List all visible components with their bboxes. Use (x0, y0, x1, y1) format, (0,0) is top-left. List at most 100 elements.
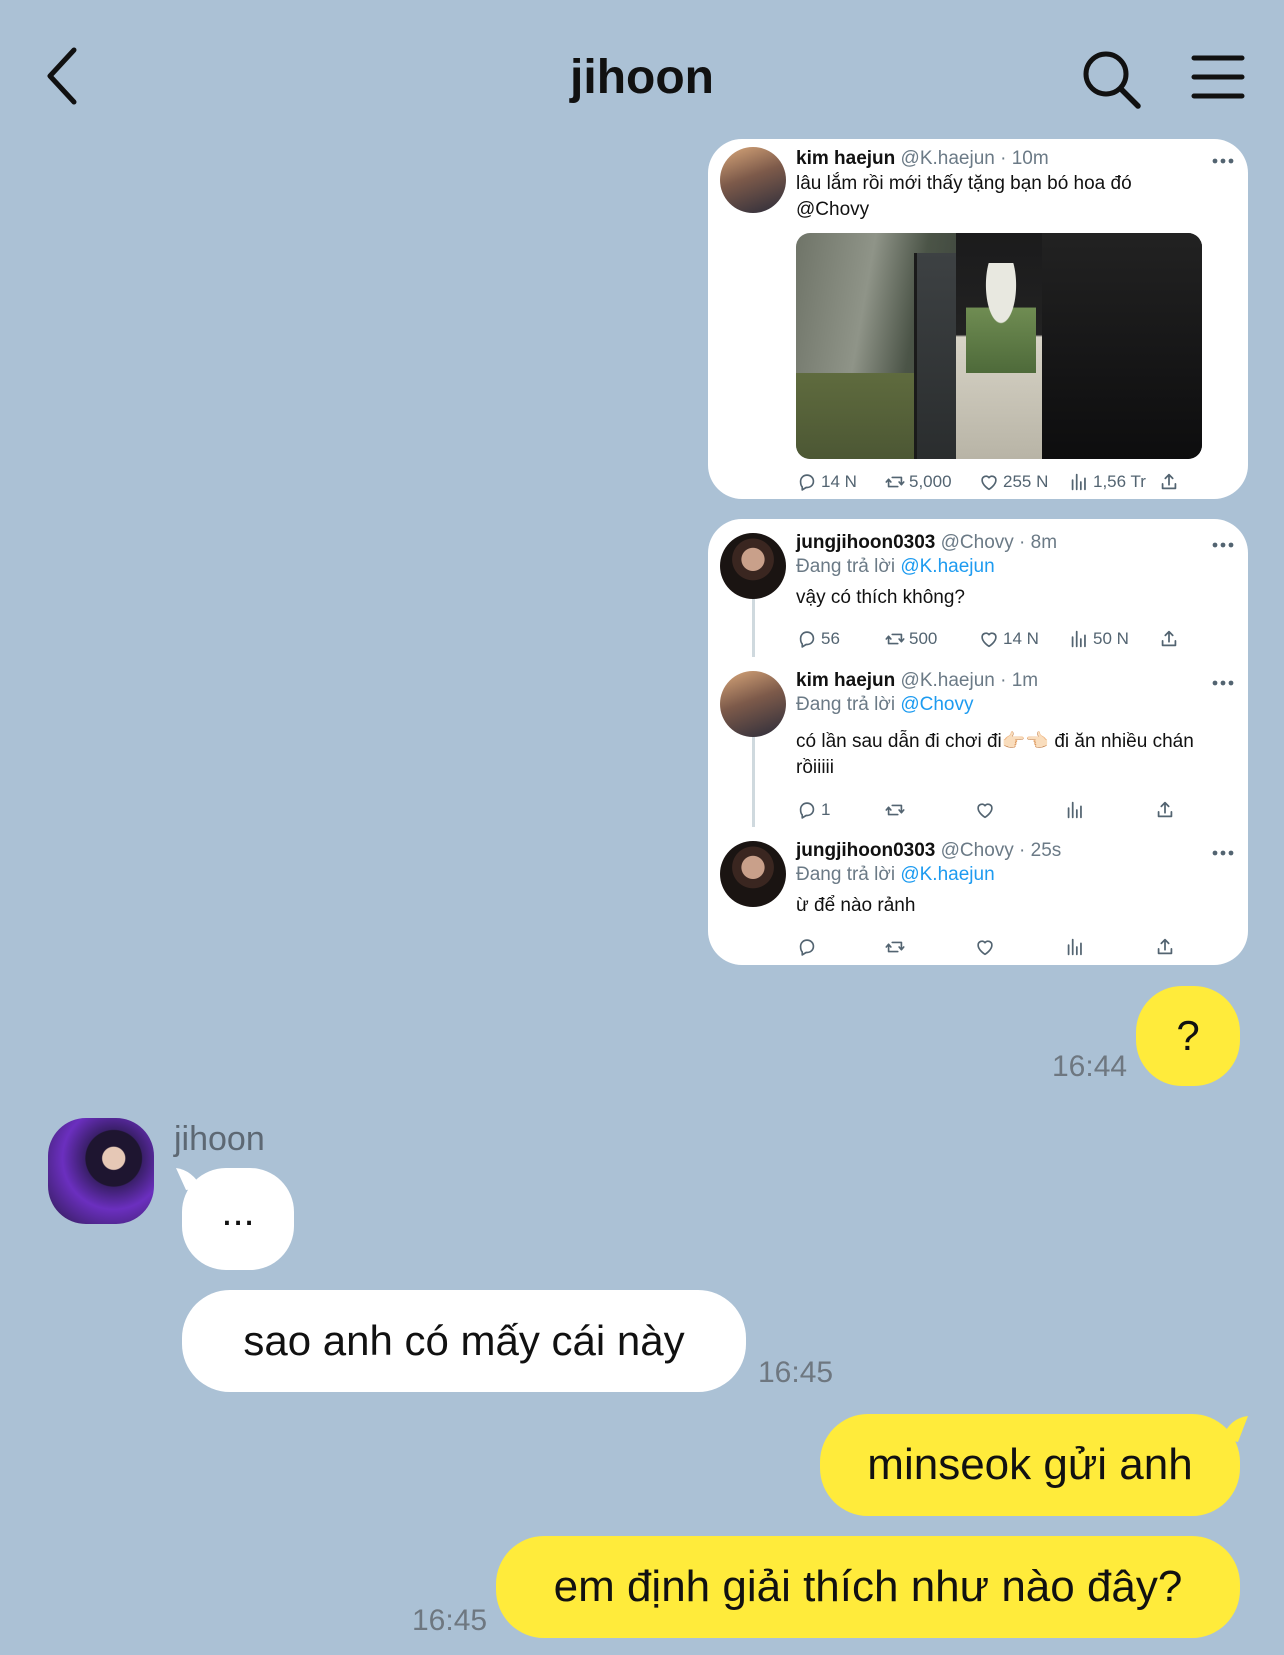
share-icon (1158, 471, 1180, 493)
reply-icon (796, 936, 818, 958)
chat-header: jihoon (0, 0, 1284, 140)
photo-car (1042, 233, 1202, 459)
replying-to-label: Đang trả lời (796, 556, 896, 577)
tweet-author-name[interactable]: jungjihoon0303 (796, 532, 935, 553)
retweet-action[interactable]: 500 (884, 626, 937, 652)
tweet-text-continued: rồiiiii (796, 757, 834, 778)
tweet-handle: @Chovy · 25s (940, 840, 1062, 861)
retweet-icon (884, 799, 906, 821)
reply-icon (796, 471, 818, 493)
tweet-header: kim haejun @K.haejun · 1m (796, 669, 1234, 693)
sender-name: jihoon (174, 1120, 265, 1158)
like-count: 255 N (1003, 472, 1049, 491)
views-action[interactable]: 50 N (1068, 626, 1129, 652)
replying-to: Đang trả lời @K.haejun (796, 863, 1234, 887)
tweet-actions: 56 500 14 N 50 N (796, 626, 1216, 652)
tweet-body: kim haejun @K.haejun · 1m Đang trả lời @… (796, 669, 1234, 781)
retweet-action[interactable] (884, 797, 909, 823)
retweet-action[interactable]: 5,000 (884, 469, 952, 495)
tweet-photo[interactable] (796, 233, 1202, 459)
tweet-mention[interactable]: @Chovy (796, 197, 1234, 223)
like-icon (974, 936, 996, 958)
tweet-author-name[interactable]: kim haejun (796, 670, 895, 691)
like-action[interactable]: 255 N (978, 469, 1048, 495)
reply-count: 1 (821, 800, 831, 819)
share-action[interactable] (1158, 469, 1183, 495)
reply-mention[interactable]: @Chovy (900, 694, 973, 715)
share-action[interactable] (1154, 934, 1179, 960)
tweet-author-name[interactable]: kim haejun (796, 148, 895, 169)
views-action[interactable] (1064, 934, 1089, 960)
views-icon (1064, 936, 1086, 958)
tweet-handle: @Chovy · 8m (940, 532, 1058, 553)
views-action[interactable]: 1,56 Tr (1068, 469, 1146, 495)
replying-to: Đang trả lời @Chovy (796, 693, 1234, 717)
reply-action[interactable] (796, 934, 821, 960)
their-message-bubble[interactable]: sao anh có mấy cái này (182, 1290, 746, 1392)
tweet-header: jungjihoon0303 @Chovy · 8m (796, 531, 1234, 555)
like-icon (978, 628, 1000, 650)
tweet-header: kim haejun @K.haejun · 10m (796, 147, 1234, 171)
avatar[interactable] (720, 841, 786, 907)
retweet-icon (884, 628, 906, 650)
tweet-text: vậy có thích không? (796, 587, 965, 608)
reply-mention[interactable]: @K.haejun (900, 556, 994, 577)
reply-action[interactable]: 1 (796, 797, 830, 823)
retweet-icon (884, 936, 906, 958)
like-count: 14 N (1003, 629, 1039, 648)
replying-to: Đang trả lời @K.haejun (796, 555, 1234, 579)
tweet-actions (796, 934, 1216, 960)
tweet-body: jungjihoon0303 @Chovy · 8m Đang trả lời … (796, 531, 1234, 611)
photo-flowers (966, 263, 1036, 373)
thread-line (752, 597, 755, 657)
reply-icon (796, 628, 818, 650)
share-action[interactable] (1158, 626, 1183, 652)
replying-to-label: Đang trả lời (796, 694, 896, 715)
views-action[interactable] (1064, 797, 1089, 823)
tweet-handle: @K.haejun · 1m (900, 670, 1039, 691)
tweet-handle: @K.haejun · 10m (900, 148, 1049, 169)
share-action[interactable] (1154, 797, 1179, 823)
reply-action[interactable]: 14 N (796, 469, 857, 495)
their-message-bubble[interactable]: ... (182, 1168, 294, 1270)
tweet-header: jungjihoon0303 @Chovy · 25s (796, 839, 1234, 863)
reply-mention[interactable]: @K.haejun (900, 864, 994, 885)
search-icon[interactable] (1080, 48, 1144, 112)
share-icon (1154, 799, 1176, 821)
replying-to-label: Đang trả lời (796, 864, 896, 885)
tweet-actions: 14 N 5,000 255 N 1,56 Tr (796, 469, 1216, 495)
views-icon (1068, 628, 1090, 650)
my-message-bubble[interactable]: minseok gửi anh (820, 1414, 1240, 1516)
reply-icon (796, 799, 818, 821)
tweet-text: ừ để nào rảnh (796, 895, 916, 916)
tweet-text: lâu lắm rồi mới thấy tặng bạn bó hoa đó (796, 173, 1132, 194)
views-count: 50 N (1093, 629, 1129, 648)
reply-action[interactable]: 56 (796, 626, 840, 652)
avatar[interactable] (48, 1118, 154, 1224)
shared-thread-card[interactable]: jungjihoon0303 @Chovy · 8m Đang trả lời … (708, 519, 1248, 965)
like-icon (974, 799, 996, 821)
share-icon (1154, 936, 1176, 958)
my-message-bubble[interactable]: em định giải thích như nào đây? (496, 1536, 1240, 1638)
avatar[interactable] (720, 671, 786, 737)
shared-tweet-card[interactable]: kim haejun @K.haejun · 10m lâu lắm rồi m… (708, 139, 1248, 499)
retweet-count: 5,000 (909, 472, 952, 491)
views-icon (1068, 471, 1090, 493)
retweet-count: 500 (909, 629, 938, 648)
message-time: 16:45 (758, 1356, 834, 1389)
like-action[interactable] (974, 934, 999, 960)
like-action[interactable]: 14 N (978, 626, 1039, 652)
message-time: 16:45 (412, 1604, 488, 1637)
tweet-body: kim haejun @K.haejun · 10m lâu lắm rồi m… (796, 147, 1234, 223)
message-time: 16:44 (1052, 1050, 1128, 1083)
avatar[interactable] (720, 147, 786, 213)
tweet-author-name[interactable]: jungjihoon0303 (796, 840, 935, 861)
my-message-bubble[interactable]: ? (1136, 986, 1240, 1086)
like-icon (978, 471, 1000, 493)
menu-icon[interactable] (1190, 52, 1246, 102)
tweet-body: jungjihoon0303 @Chovy · 25s Đang trả lời… (796, 839, 1234, 919)
avatar[interactable] (720, 533, 786, 599)
retweet-action[interactable] (884, 934, 909, 960)
photo-grass (796, 373, 926, 459)
like-action[interactable] (974, 797, 999, 823)
